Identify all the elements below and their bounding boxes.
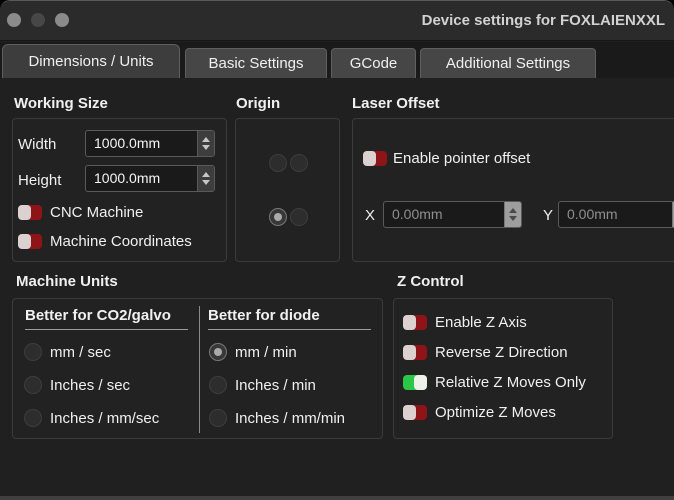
radio-label: mm / sec: [50, 344, 111, 361]
offset-y-label: Y: [543, 207, 553, 224]
cnc-machine-label: CNC Machine: [50, 204, 143, 221]
spinner-down-icon[interactable]: [202, 180, 210, 185]
tab-basic-settings[interactable]: Basic Settings: [185, 48, 327, 78]
relative-z-moves-label: Relative Z Moves Only: [435, 374, 586, 391]
spinner-down-icon[interactable]: [202, 145, 210, 150]
reverse-z-direction-toggle[interactable]: [403, 345, 427, 360]
offset-x-spin-buttons[interactable]: [504, 202, 521, 227]
enable-z-axis-toggle[interactable]: [403, 315, 427, 330]
radio-label: Inches / mm/min: [235, 410, 345, 427]
radio-button: [24, 343, 42, 361]
window-title: Device settings for FOXLAIENXXL: [422, 1, 665, 41]
diode-heading: Better for diode: [208, 307, 320, 324]
machine-units-title: Machine Units: [16, 273, 118, 290]
offset-x-label: X: [365, 207, 375, 224]
width-label: Width: [18, 136, 56, 153]
height-spinbox[interactable]: 1000.0mm: [85, 165, 215, 192]
width-spinbox[interactable]: 1000.0mm: [85, 130, 215, 157]
offset-y-value[interactable]: 0.00mm: [559, 202, 672, 227]
radio-label: Inches / mm/sec: [50, 410, 159, 427]
diode-underline: [208, 329, 371, 330]
tab-bar: Dimensions / Units Basic Settings GCode …: [0, 42, 674, 78]
enable-pointer-offset-label: Enable pointer offset: [393, 150, 530, 167]
origin-radio-top-right[interactable]: [290, 154, 308, 172]
radio-label: mm / min: [235, 344, 297, 361]
column-divider: [199, 306, 200, 433]
reverse-z-direction-label: Reverse Z Direction: [435, 344, 568, 361]
height-label: Height: [18, 172, 61, 189]
radio-label: Inches / sec: [50, 377, 130, 394]
spinner-down-icon[interactable]: [509, 216, 517, 221]
origin-radio-top-left[interactable]: [269, 154, 287, 172]
tab-additional-settings[interactable]: Additional Settings: [420, 48, 596, 78]
enable-z-axis-label: Enable Z Axis: [435, 314, 527, 331]
radio-button: [209, 343, 227, 361]
co2-galvo-heading: Better for CO2/galvo: [25, 307, 171, 324]
origin-group: [235, 118, 340, 262]
title-bar: Device settings for FOXLAIENXXL: [0, 1, 674, 41]
radio-button: [24, 376, 42, 394]
origin-title: Origin: [236, 95, 280, 112]
enable-pointer-offset-toggle[interactable]: [363, 151, 387, 166]
window-bottom-edge: [0, 496, 674, 500]
height-spin-buttons[interactable]: [197, 166, 214, 191]
optimize-z-moves-label: Optimize Z Moves: [435, 404, 556, 421]
height-value[interactable]: 1000.0mm: [86, 166, 197, 191]
laser-offset-group: [352, 118, 674, 262]
spinner-up-icon[interactable]: [509, 208, 517, 213]
offset-y-spinbox[interactable]: 0.00mm: [558, 201, 674, 228]
origin-radio-bottom-left[interactable]: [269, 208, 287, 226]
tab-dimensions-units[interactable]: Dimensions / Units: [2, 44, 180, 78]
tab-gcode[interactable]: GCode: [331, 48, 416, 78]
radio-label: Inches / min: [235, 377, 316, 394]
co2-galvo-underline: [25, 329, 188, 330]
device-settings-window: Device settings for FOXLAIENXXL Dimensio…: [0, 0, 674, 500]
origin-radio-bottom-right[interactable]: [290, 208, 308, 226]
zoom-button[interactable]: [55, 13, 69, 27]
width-spin-buttons[interactable]: [197, 131, 214, 156]
offset-x-value[interactable]: 0.00mm: [384, 202, 504, 227]
dimensions-units-panel: Working Size Width 1000.0mm Height 1000.…: [0, 78, 674, 497]
radio-button: [24, 409, 42, 427]
radio-button: [209, 376, 227, 394]
minimize-button[interactable]: [31, 13, 45, 27]
radio-button: [209, 409, 227, 427]
width-value[interactable]: 1000.0mm: [86, 131, 197, 156]
spinner-up-icon[interactable]: [202, 137, 210, 142]
machine-coordinates-label: Machine Coordinates: [50, 233, 192, 250]
spinner-up-icon[interactable]: [202, 172, 210, 177]
optimize-z-moves-toggle[interactable]: [403, 405, 427, 420]
close-button[interactable]: [7, 13, 21, 27]
z-control-title: Z Control: [397, 273, 464, 290]
relative-z-moves-toggle[interactable]: [403, 375, 427, 390]
machine-coordinates-toggle[interactable]: [18, 234, 42, 249]
offset-x-spinbox[interactable]: 0.00mm: [383, 201, 522, 228]
working-size-title: Working Size: [14, 95, 108, 112]
cnc-machine-toggle[interactable]: [18, 205, 42, 220]
laser-offset-title: Laser Offset: [352, 95, 440, 112]
